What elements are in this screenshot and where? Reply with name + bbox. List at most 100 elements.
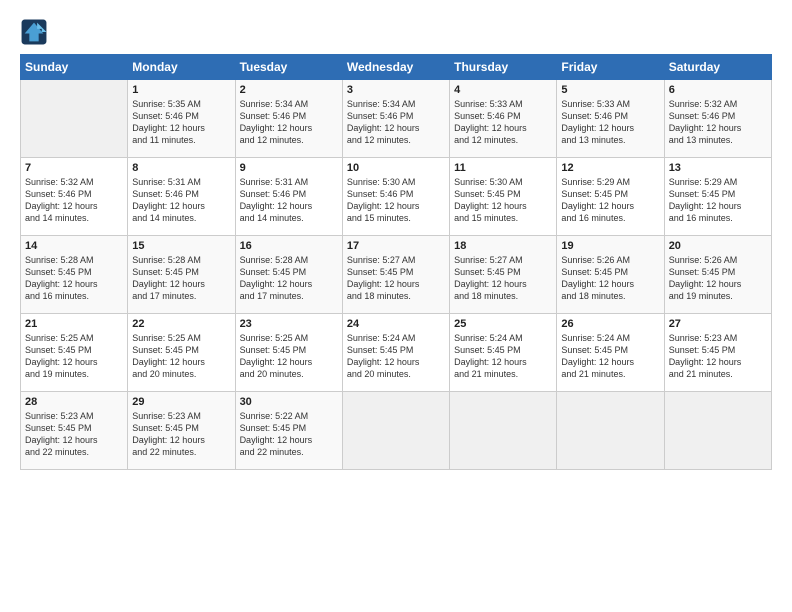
day-cell: 23 Sunrise: 5:25 AM Sunset: 5:45 PM Dayli… [235, 314, 342, 392]
col-header-monday: Monday [128, 55, 235, 80]
day-number: 22 [132, 318, 230, 330]
day-number: 28 [25, 396, 123, 408]
day-number: 2 [240, 84, 338, 96]
day-info: Sunrise: 5:32 AM Sunset: 5:46 PM Dayligh… [25, 176, 123, 225]
day-number: 27 [669, 318, 767, 330]
day-number: 11 [454, 162, 552, 174]
day-info: Sunrise: 5:25 AM Sunset: 5:45 PM Dayligh… [132, 332, 230, 381]
day-cell: 27Sunrise: 5:23 AM Sunset: 5:45 PM Dayli… [664, 314, 771, 392]
week-row-4: 28 Sunrise: 5:23 AM Sunset: 5:45 PM Dayli… [21, 392, 772, 470]
day-cell [450, 392, 557, 470]
day-cell: 3 Sunrise: 5:34 AM Sunset: 5:46 PM Daylig… [342, 80, 449, 158]
day-info: Sunrise: 5:32 AM Sunset: 5:46 PM Dayligh… [669, 98, 767, 147]
day-info: Sunrise: 5:24 AM Sunset: 5:45 PM Dayligh… [454, 332, 552, 381]
day-cell: 9 Sunrise: 5:31 AM Sunset: 5:46 PM Daylig… [235, 158, 342, 236]
day-number: 4 [454, 84, 552, 96]
day-number: 17 [347, 240, 445, 252]
day-info: Sunrise: 5:29 AM Sunset: 5:45 PM Dayligh… [669, 176, 767, 225]
day-number: 7 [25, 162, 123, 174]
day-cell: 30 Sunrise: 5:22 AM Sunset: 5:45 PM Dayli… [235, 392, 342, 470]
day-cell: 4Sunrise: 5:33 AM Sunset: 5:46 PM Daylig… [450, 80, 557, 158]
day-cell: 24 Sunrise: 5:24 AM Sunset: 5:45 PM Dayli… [342, 314, 449, 392]
day-info: Sunrise: 5:24 AM Sunset: 5:45 PM Dayligh… [347, 332, 445, 381]
col-header-thursday: Thursday [450, 55, 557, 80]
day-cell: 19 Sunrise: 5:26 AM Sunset: 5:45 PM Dayli… [557, 236, 664, 314]
day-info: Sunrise: 5:23 AM Sunset: 5:45 PM Dayligh… [132, 410, 230, 459]
day-cell: 21 Sunrise: 5:25 AM Sunset: 5:45 PM Dayli… [21, 314, 128, 392]
day-info: Sunrise: 5:33 AM Sunset: 5:46 PM Dayligh… [561, 98, 659, 147]
day-info: Sunrise: 5:35 AM Sunset: 5:46 PM Dayligh… [132, 98, 230, 147]
logo-icon [20, 18, 48, 46]
logo [20, 18, 50, 46]
day-cell: 8 Sunrise: 5:31 AM Sunset: 5:46 PM Daylig… [128, 158, 235, 236]
col-header-saturday: Saturday [664, 55, 771, 80]
day-info: Sunrise: 5:25 AM Sunset: 5:45 PM Dayligh… [25, 332, 123, 381]
day-cell: 29Sunrise: 5:23 AM Sunset: 5:45 PM Dayli… [128, 392, 235, 470]
day-cell: 14 Sunrise: 5:28 AM Sunset: 5:45 PM Dayli… [21, 236, 128, 314]
day-cell: 15 Sunrise: 5:28 AM Sunset: 5:45 PM Dayli… [128, 236, 235, 314]
col-header-sunday: Sunday [21, 55, 128, 80]
day-info: Sunrise: 5:22 AM Sunset: 5:45 PM Dayligh… [240, 410, 338, 459]
day-number: 8 [132, 162, 230, 174]
day-cell [21, 80, 128, 158]
day-cell: 18 Sunrise: 5:27 AM Sunset: 5:45 PM Dayli… [450, 236, 557, 314]
day-cell: 2 Sunrise: 5:34 AM Sunset: 5:46 PM Daylig… [235, 80, 342, 158]
day-cell [664, 392, 771, 470]
day-info: Sunrise: 5:27 AM Sunset: 5:45 PM Dayligh… [454, 254, 552, 303]
day-cell: 12Sunrise: 5:29 AM Sunset: 5:45 PM Dayli… [557, 158, 664, 236]
day-number: 12 [561, 162, 659, 174]
day-number: 21 [25, 318, 123, 330]
day-cell: 1Sunrise: 5:35 AM Sunset: 5:46 PM Daylig… [128, 80, 235, 158]
day-number: 24 [347, 318, 445, 330]
day-info: Sunrise: 5:31 AM Sunset: 5:46 PM Dayligh… [132, 176, 230, 225]
day-info: Sunrise: 5:24 AM Sunset: 5:45 PM Dayligh… [561, 332, 659, 381]
day-cell: 25 Sunrise: 5:24 AM Sunset: 5:45 PM Dayli… [450, 314, 557, 392]
day-cell: 6Sunrise: 5:32 AM Sunset: 5:46 PM Daylig… [664, 80, 771, 158]
day-cell: 17 Sunrise: 5:27 AM Sunset: 5:45 PM Dayli… [342, 236, 449, 314]
day-info: Sunrise: 5:30 AM Sunset: 5:45 PM Dayligh… [454, 176, 552, 225]
day-info: Sunrise: 5:26 AM Sunset: 5:45 PM Dayligh… [561, 254, 659, 303]
day-cell: 5 Sunrise: 5:33 AM Sunset: 5:46 PM Daylig… [557, 80, 664, 158]
header-row: SundayMondayTuesdayWednesdayThursdayFrid… [21, 55, 772, 80]
day-info: Sunrise: 5:28 AM Sunset: 5:45 PM Dayligh… [132, 254, 230, 303]
day-number: 19 [561, 240, 659, 252]
day-number: 18 [454, 240, 552, 252]
day-info: Sunrise: 5:27 AM Sunset: 5:45 PM Dayligh… [347, 254, 445, 303]
header [20, 18, 772, 46]
day-number: 26 [561, 318, 659, 330]
day-cell: 28Sunrise: 5:23 AM Sunset: 5:45 PM Dayli… [21, 392, 128, 470]
day-number: 9 [240, 162, 338, 174]
day-cell: 26 Sunrise: 5:24 AM Sunset: 5:45 PM Dayli… [557, 314, 664, 392]
day-number: 15 [132, 240, 230, 252]
week-row-0: 1Sunrise: 5:35 AM Sunset: 5:46 PM Daylig… [21, 80, 772, 158]
day-number: 30 [240, 396, 338, 408]
day-number: 5 [561, 84, 659, 96]
day-info: Sunrise: 5:34 AM Sunset: 5:46 PM Dayligh… [347, 98, 445, 147]
day-cell: 10 Sunrise: 5:30 AM Sunset: 5:46 PM Dayli… [342, 158, 449, 236]
day-cell [557, 392, 664, 470]
page: SundayMondayTuesdayWednesdayThursdayFrid… [0, 0, 792, 612]
col-header-friday: Friday [557, 55, 664, 80]
day-number: 3 [347, 84, 445, 96]
week-row-2: 14 Sunrise: 5:28 AM Sunset: 5:45 PM Dayli… [21, 236, 772, 314]
day-info: Sunrise: 5:31 AM Sunset: 5:46 PM Dayligh… [240, 176, 338, 225]
day-info: Sunrise: 5:34 AM Sunset: 5:46 PM Dayligh… [240, 98, 338, 147]
day-info: Sunrise: 5:26 AM Sunset: 5:45 PM Dayligh… [669, 254, 767, 303]
day-info: Sunrise: 5:30 AM Sunset: 5:46 PM Dayligh… [347, 176, 445, 225]
day-cell: 16 Sunrise: 5:28 AM Sunset: 5:45 PM Dayli… [235, 236, 342, 314]
day-cell: 7 Sunrise: 5:32 AM Sunset: 5:46 PM Daylig… [21, 158, 128, 236]
day-cell [342, 392, 449, 470]
day-number: 13 [669, 162, 767, 174]
day-cell: 22 Sunrise: 5:25 AM Sunset: 5:45 PM Dayli… [128, 314, 235, 392]
week-row-1: 7 Sunrise: 5:32 AM Sunset: 5:46 PM Daylig… [21, 158, 772, 236]
day-number: 20 [669, 240, 767, 252]
day-number: 23 [240, 318, 338, 330]
day-number: 16 [240, 240, 338, 252]
day-info: Sunrise: 5:25 AM Sunset: 5:45 PM Dayligh… [240, 332, 338, 381]
day-info: Sunrise: 5:28 AM Sunset: 5:45 PM Dayligh… [25, 254, 123, 303]
day-number: 14 [25, 240, 123, 252]
day-number: 10 [347, 162, 445, 174]
day-number: 25 [454, 318, 552, 330]
day-info: Sunrise: 5:28 AM Sunset: 5:45 PM Dayligh… [240, 254, 338, 303]
col-header-wednesday: Wednesday [342, 55, 449, 80]
